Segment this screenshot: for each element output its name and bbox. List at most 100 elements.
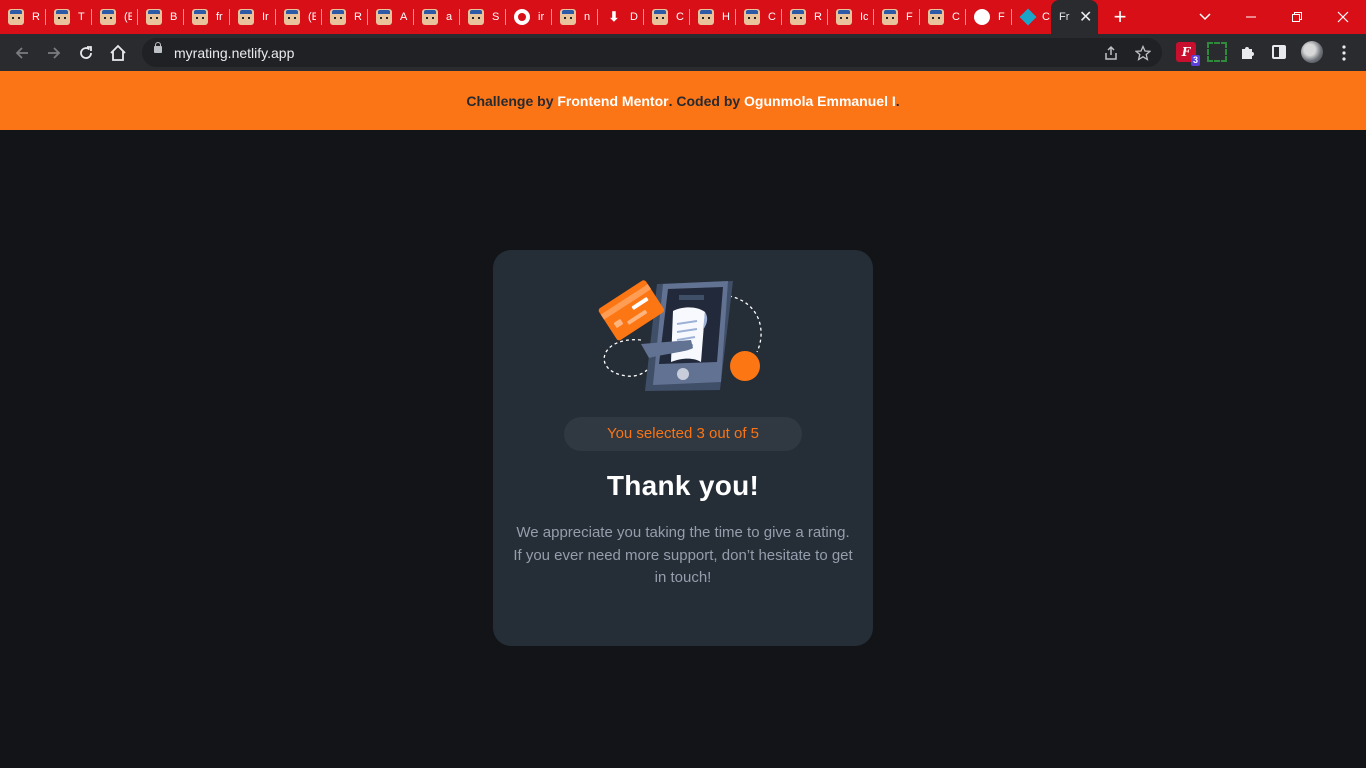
avatar-icon <box>790 9 806 25</box>
browser-tab[interactable]: F <box>966 0 1012 34</box>
author-link[interactable]: Ogunmola Emmanuel I <box>744 93 896 109</box>
browser-tab[interactable]: T <box>46 0 92 34</box>
tab-title: fr <box>216 11 223 23</box>
browser-tab[interactable]: A <box>368 0 414 34</box>
forward-icon[interactable] <box>41 40 67 66</box>
active-tab[interactable]: Fr ✕ <box>1051 0 1098 34</box>
browser-tab[interactable]: Ic <box>828 0 874 34</box>
tab-title: R <box>814 11 822 23</box>
tab-title: F <box>998 11 1005 23</box>
lock-icon[interactable] <box>154 42 162 53</box>
avatar-icon <box>560 9 576 25</box>
browser-tab[interactable]: R <box>782 0 828 34</box>
tab-title: ir <box>538 11 545 23</box>
browser-tab[interactable]: R <box>0 0 46 34</box>
minimize-icon[interactable] <box>1228 0 1274 34</box>
share-icon[interactable] <box>1101 43 1121 63</box>
avatar-icon <box>284 9 300 25</box>
diamond-icon <box>1019 8 1037 26</box>
tab-close-icon[interactable]: ✕ <box>1079 7 1092 27</box>
browser-tab[interactable]: C <box>736 0 782 34</box>
thank-you-description: We appreciate you taking the time to giv… <box>513 524 853 586</box>
attribution-suffix: . <box>895 92 900 109</box>
avatar-icon <box>376 9 392 25</box>
tab-title: A <box>400 11 408 23</box>
avatar-icon <box>100 9 116 25</box>
browser-tab[interactable]: S <box>460 0 506 34</box>
screenshot-extension-icon[interactable] <box>1207 42 1227 62</box>
avatar-icon <box>744 9 760 25</box>
browser-tab[interactable]: ⬇ D <box>598 0 644 34</box>
tab-strip: R T (E Bfr Ir (E R Aa Sir n ⬇ D C H C R Ic F C F C Fr ✕ + <box>0 0 1366 34</box>
browser-tab[interactable]: (E <box>276 0 322 34</box>
reload-icon[interactable] <box>73 40 99 66</box>
tab-title: D <box>630 11 638 23</box>
browser-tab[interactable]: ir <box>506 0 552 34</box>
browser-tab[interactable]: Ir <box>230 0 276 34</box>
new-tab-button[interactable]: + <box>1108 4 1132 30</box>
home-icon[interactable] <box>105 40 131 66</box>
extension-f-icon[interactable]: F3 <box>1176 42 1200 66</box>
github-icon <box>514 9 530 25</box>
tab-title: C <box>1042 11 1050 23</box>
tab-title: (E <box>308 11 316 23</box>
avatar-icon <box>928 9 944 25</box>
close-window-icon[interactable] <box>1320 0 1366 34</box>
active-tab-title: Fr <box>1059 11 1070 23</box>
tab-title: C <box>676 11 684 23</box>
thank-you-title: Thank you! <box>606 470 760 501</box>
attribution-middle: . Coded by <box>668 92 745 109</box>
tab-title: a <box>446 11 453 23</box>
avatar-icon <box>54 9 70 25</box>
browser-tab[interactable]: C <box>920 0 966 34</box>
browser-menu-icon[interactable] <box>1336 40 1352 66</box>
browser-tab[interactable]: n <box>552 0 598 34</box>
browser-tab[interactable]: F <box>874 0 920 34</box>
tab-search-chevron-icon[interactable] <box>1182 0 1228 34</box>
tab-title: H <box>722 11 730 23</box>
browser-tab[interactable]: B <box>138 0 184 34</box>
avatar-icon <box>8 9 24 25</box>
avatar-icon <box>882 9 898 25</box>
tab-title: F <box>906 11 913 23</box>
avatar-icon <box>468 9 484 25</box>
browser-tab[interactable]: (E <box>92 0 138 34</box>
tab-title: n <box>584 11 591 23</box>
attribution-prefix: Challenge by <box>466 92 558 109</box>
payment-phone-illustration <box>598 280 762 391</box>
download-icon: ⬇ <box>608 9 620 24</box>
avatar-icon <box>238 9 254 25</box>
profile-avatar[interactable] <box>1301 41 1323 63</box>
avatar-icon <box>836 9 852 25</box>
restore-icon[interactable] <box>1274 0 1320 34</box>
browser-tab[interactable]: a <box>414 0 460 34</box>
extension-badge: 3 <box>1190 55 1200 66</box>
address-bar[interactable]: myrating.netlify.app <box>142 38 1162 67</box>
tab-title: C <box>952 11 960 23</box>
browser-tab[interactable]: C <box>644 0 690 34</box>
avatar-icon <box>146 9 162 25</box>
white-circle-icon <box>974 9 990 25</box>
tab-title: S <box>492 11 500 23</box>
side-panel-icon[interactable] <box>1272 45 1286 59</box>
selected-rating-pill: You selected 3 out of 5 <box>564 417 802 451</box>
frontend-mentor-link[interactable]: Frontend Mentor <box>557 93 668 109</box>
bookmark-star-icon[interactable] <box>1133 43 1153 63</box>
browser-tab[interactable]: H <box>690 0 736 34</box>
back-icon[interactable] <box>9 40 35 66</box>
browser-tab[interactable]: R <box>322 0 368 34</box>
tab-title: B <box>170 11 178 23</box>
avatar-icon <box>698 9 714 25</box>
tab-title: Ic <box>860 11 868 23</box>
tab-title: C <box>768 11 776 23</box>
avatar-icon <box>422 9 438 25</box>
avatar-icon <box>652 9 668 25</box>
url-text[interactable]: myrating.netlify.app <box>174 45 294 61</box>
attribution-bar: Challenge by Frontend Mentor . Coded by … <box>0 71 1366 130</box>
tab-title: R <box>354 11 362 23</box>
extensions-puzzle-icon[interactable] <box>1238 42 1258 62</box>
browser-tab[interactable]: fr <box>184 0 230 34</box>
avatar-icon <box>330 9 346 25</box>
thank-you-card: You selected 3 out of 5 Thank you! We ap… <box>493 250 873 646</box>
tab-title: R <box>32 11 40 23</box>
